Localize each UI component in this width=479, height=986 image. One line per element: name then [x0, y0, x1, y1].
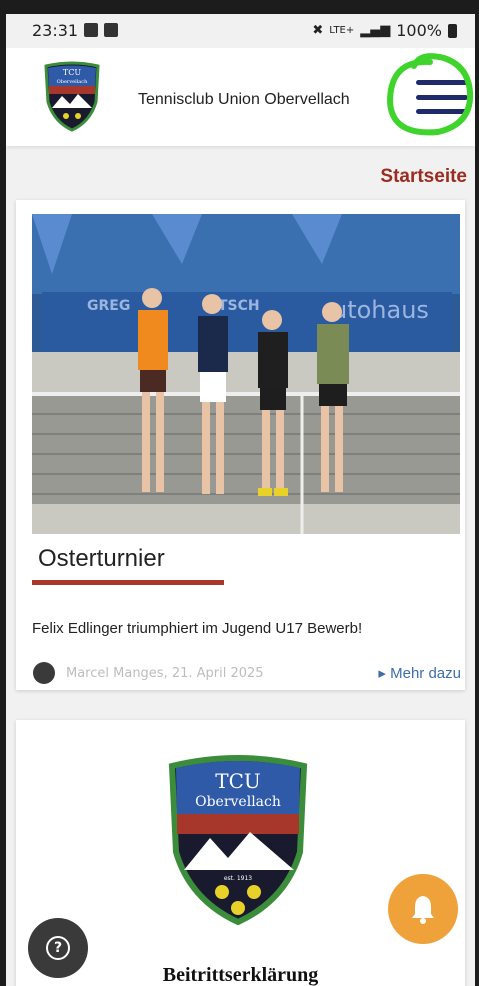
site-header: TCU Obervellach Tennisclub Union Obervel… — [6, 48, 475, 146]
help-button[interactable]: ? — [28, 918, 88, 978]
article-teaser: Felix Edlinger triumphiert im Jugend U17… — [32, 620, 363, 637]
mute-icon: ✖ — [312, 23, 324, 38]
club-logo-large: TCU Obervellach est. 1913 — [168, 755, 308, 926]
club-logo[interactable]: TCU Obervellach — [42, 60, 102, 132]
signup-title[interactable]: Beitrittserklärung — [16, 964, 465, 986]
menu-bar-middle — [416, 94, 468, 100]
title-underline — [32, 580, 224, 585]
article-card[interactable]: GREG RITSCH utohaus Osterturnier Felix E… — [16, 200, 465, 690]
network-label: LTE+ — [329, 25, 355, 36]
read-more-label: Mehr dazu — [390, 665, 461, 682]
menu-button[interactable] — [416, 76, 468, 118]
banner-text-1: GREG — [87, 298, 130, 314]
logo-small-text-1: TCU — [63, 68, 81, 77]
battery-icon — [448, 23, 457, 38]
bell-icon — [412, 896, 434, 924]
phone-screen: 23:31 ✖ LTE+ ▂▄▆ 100% TCU Obervellach Te… — [6, 14, 475, 986]
site-title[interactable]: Tennisclub Union Obervellach — [138, 91, 350, 109]
article-photo[interactable]: GREG RITSCH utohaus — [32, 214, 460, 534]
author-avatar — [33, 662, 55, 684]
status-time: 23:31 — [32, 21, 79, 40]
status-bar: 23:31 ✖ LTE+ ▂▄▆ 100% — [6, 14, 475, 48]
read-more-link[interactable]: ▸ Mehr dazu — [378, 664, 461, 682]
logo-small-text-2: Obervellach — [57, 79, 88, 85]
logo-large-text-2: Obervellach — [195, 794, 281, 810]
check-notification-icon — [104, 23, 118, 37]
image-notification-icon — [84, 23, 98, 37]
menu-bar-bottom — [416, 109, 468, 114]
menu-bar-top — [416, 80, 468, 85]
page-breadcrumb[interactable]: Startseite — [380, 166, 467, 188]
article-title[interactable]: Osterturnier — [38, 545, 165, 573]
logo-large-est: est. 1913 — [224, 875, 252, 882]
status-notification-icons — [84, 23, 118, 37]
logo-large-text-1: TCU — [215, 769, 261, 793]
caret-right-icon: ▸ — [378, 665, 386, 682]
status-right: ✖ LTE+ ▂▄▆ 100% — [312, 21, 457, 40]
signal-icon: ▂▄▆ — [360, 23, 391, 38]
banner-text-3: utohaus — [332, 296, 429, 324]
notification-button[interactable] — [388, 874, 458, 944]
question-icon: ? — [46, 936, 70, 960]
article-meta: Marcel Manges, 21. April 2025 — [66, 666, 264, 681]
battery-label: 100% — [396, 21, 442, 40]
